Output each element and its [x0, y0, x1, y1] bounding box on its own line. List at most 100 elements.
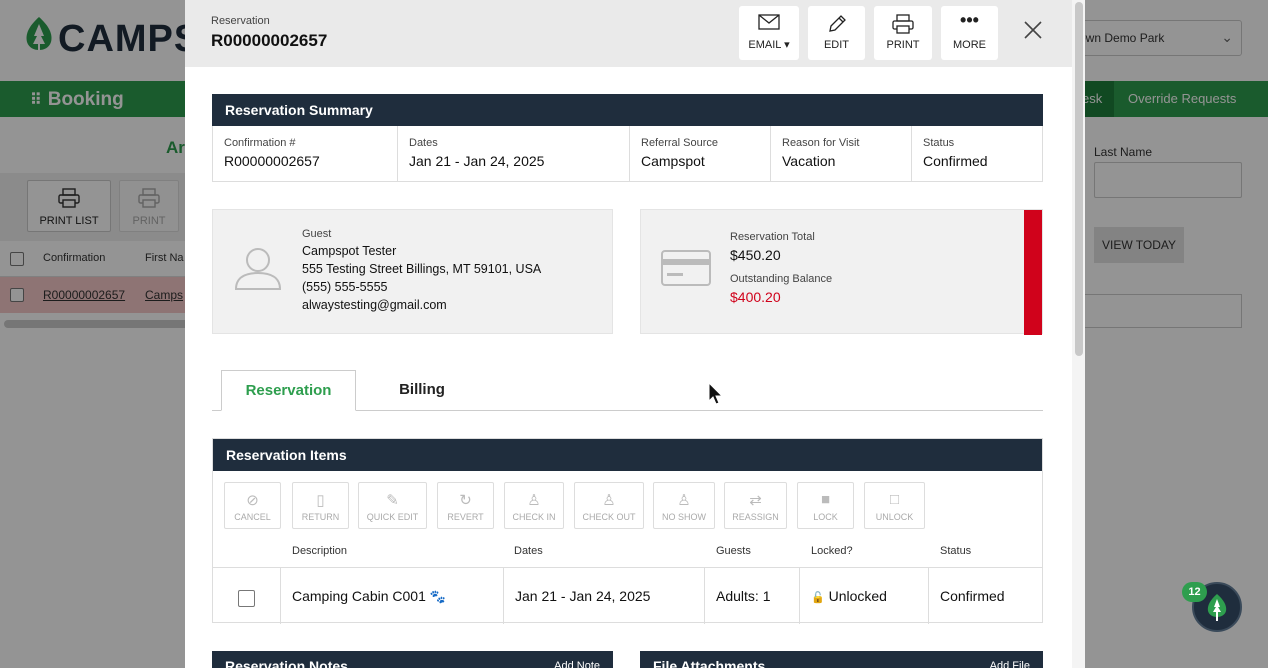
- lock-button[interactable]: ■ LOCK: [797, 482, 854, 529]
- check-out-label: CHECK OUT: [582, 512, 636, 522]
- unlocked-icon: 🔓: [811, 592, 825, 604]
- row-select-cell: [213, 568, 281, 624]
- field-value: R00000002657: [224, 153, 320, 169]
- total-label: Reservation Total: [730, 231, 815, 243]
- field-value: Vacation: [782, 153, 836, 169]
- modal-tabs: Reservation Billing: [212, 370, 1043, 411]
- campspot-tree-icon: [1207, 594, 1227, 621]
- reservation-modal: Reservation R00000002657 EMAIL ▾ EDIT PR…: [185, 0, 1085, 668]
- cancel-item-button[interactable]: ⊘ CANCEL: [224, 482, 281, 529]
- scrollbar-thumb[interactable]: [1075, 2, 1083, 356]
- field-label: Status: [923, 137, 955, 149]
- lock-icon: ■: [820, 491, 831, 508]
- notes-section: Reservation Notes Add Note: [212, 651, 613, 668]
- table-row[interactable]: Camping Cabin C001 🐾 Jan 21 - Jan 24, 20…: [213, 567, 1042, 624]
- check-in-label: CHECK IN: [512, 512, 556, 522]
- guest-email: alwaystesting@gmail.com: [302, 298, 447, 312]
- item-guests: Adults: 1: [705, 568, 800, 624]
- total-value: $450.20: [730, 247, 781, 263]
- user-avatar-icon: [234, 248, 282, 290]
- field-label: Confirmation #: [224, 137, 296, 149]
- col-description: Description: [292, 545, 348, 557]
- guest-card: Guest Campspot Tester 555 Testing Street…: [212, 209, 613, 334]
- check-out-icon: ♙: [602, 492, 616, 509]
- item-description: Camping Cabin C001 🐾: [281, 568, 504, 624]
- notification-badge: 12: [1182, 582, 1207, 602]
- items-title: Reservation Items: [213, 439, 1042, 471]
- cancel-label: CANCEL: [234, 512, 271, 522]
- lock-label: LOCK: [813, 512, 838, 522]
- quick-edit-button[interactable]: ✎ QUICK EDIT: [358, 482, 427, 529]
- mouse-cursor-icon: [708, 382, 724, 405]
- col-guests: Guests: [716, 545, 751, 557]
- pencil-icon: ✎: [386, 492, 399, 509]
- revert-button[interactable]: ↻ REVERT: [437, 482, 494, 529]
- unlock-icon: □: [889, 491, 900, 508]
- return-button[interactable]: ▯ RETURN: [292, 482, 349, 529]
- add-note-button[interactable]: Add Note: [554, 660, 600, 668]
- email-label: EMAIL: [748, 39, 781, 51]
- item-locked: 🔓 Unlocked: [800, 568, 929, 624]
- close-icon[interactable]: [1021, 18, 1045, 42]
- reassign-label: REASSIGN: [732, 512, 779, 522]
- guest-name: Campspot Tester: [302, 244, 397, 258]
- cancel-icon: ⊘: [246, 492, 259, 509]
- tab-reservation[interactable]: Reservation: [221, 370, 356, 411]
- reservation-items: Reservation Items ⊘ CANCEL ▯ RETURN ✎ QUICK…: [212, 438, 1043, 624]
- row-checkbox[interactable]: [238, 590, 255, 607]
- reservation-summary: Reservation Summary Confirmation # R00000…: [212, 94, 1043, 182]
- revert-label: REVERT: [447, 512, 484, 522]
- modal-header: Reservation R00000002657 EMAIL ▾ EDIT PR…: [185, 0, 1085, 67]
- balance-value: $400.20: [730, 289, 781, 305]
- unlock-button[interactable]: □ UNLOCK: [864, 482, 925, 529]
- add-file-button[interactable]: Add File: [990, 660, 1030, 668]
- tab-billing[interactable]: Billing: [367, 370, 477, 411]
- edit-label: EDIT: [823, 39, 850, 51]
- return-label: RETURN: [301, 512, 340, 522]
- email-button[interactable]: EMAIL ▾: [739, 6, 799, 60]
- notes-title: Reservation Notes: [225, 658, 348, 668]
- col-status: Status: [940, 545, 972, 557]
- printer-icon: [892, 14, 914, 34]
- field-label: Dates: [409, 137, 438, 149]
- more-label: MORE: [953, 39, 986, 51]
- reassign-button[interactable]: ⇄ REASSIGN: [724, 482, 787, 529]
- guest-phone: (555) 555-5555: [302, 280, 388, 294]
- totals-card: Reservation Total $450.20 Outstanding Ba…: [640, 209, 1043, 335]
- check-in-button[interactable]: ♙ CHECK IN: [504, 482, 564, 529]
- more-button[interactable]: ••• MORE: [941, 6, 998, 60]
- no-show-icon: ♙: [677, 492, 691, 509]
- print-label: PRINT: [886, 39, 920, 51]
- summary-title: Reservation Summary: [212, 94, 1043, 126]
- print-button[interactable]: PRINT: [874, 6, 932, 60]
- envelope-icon: [758, 14, 780, 30]
- reservation-number: R00000002657: [211, 31, 328, 50]
- guest-info: Guest Campspot Tester 555 Testing Street…: [302, 228, 541, 314]
- summary-referral: Referral Source Campspot: [630, 126, 771, 181]
- check-in-icon: ♙: [527, 492, 541, 509]
- field-value: Campspot: [641, 153, 705, 169]
- modal-scrollbar[interactable]: [1072, 0, 1085, 668]
- files-section: File Attachments Add File: [640, 651, 1043, 668]
- balance-alert-bar: [1024, 210, 1042, 335]
- credit-card-icon: [661, 250, 711, 286]
- edit-button[interactable]: EDIT: [808, 6, 865, 60]
- return-icon: ▯: [316, 492, 325, 509]
- item-locked-text: Unlocked: [828, 588, 887, 604]
- field-label: Referral Source: [641, 137, 719, 149]
- files-title: File Attachments: [653, 658, 766, 668]
- summary-confirmation: Confirmation # R00000002657: [213, 126, 398, 181]
- field-value: Jan 21 - Jan 24, 2025: [409, 153, 545, 169]
- pencil-icon: [828, 15, 846, 32]
- swap-arrows-icon: ⇄: [749, 492, 762, 509]
- no-show-button[interactable]: ♙ NO SHOW: [653, 482, 715, 529]
- guest-label: Guest: [302, 228, 332, 240]
- guest-address: 555 Testing Street Billings, MT 59101, U…: [302, 262, 542, 276]
- summary-fields: Confirmation # R00000002657 Dates Jan 21 -…: [212, 126, 1043, 182]
- revert-icon: ↻: [459, 492, 472, 509]
- ellipsis-icon: •••: [960, 10, 979, 30]
- modal-header-label: Reservation: [211, 15, 270, 27]
- balance-label: Outstanding Balance: [730, 273, 833, 285]
- check-out-button[interactable]: ♙ CHECK OUT: [574, 482, 644, 529]
- item-status: Confirmed: [940, 588, 1005, 604]
